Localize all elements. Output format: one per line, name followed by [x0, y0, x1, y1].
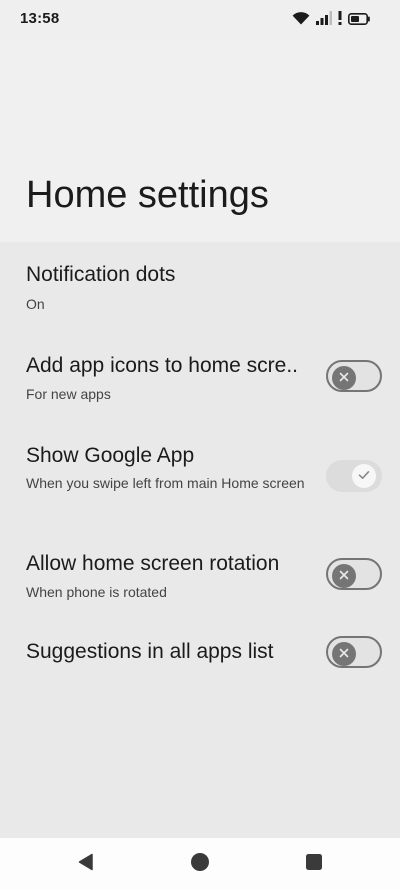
check-icon: [358, 467, 370, 485]
recents-button[interactable]: [300, 850, 328, 878]
setting-row-suggestions[interactable]: Suggestions in all apps list: [0, 626, 400, 688]
add-app-icons-toggle[interactable]: [326, 360, 382, 392]
back-button[interactable]: [72, 850, 100, 878]
page-title: Home settings: [26, 174, 269, 216]
setting-row-add-app-icons[interactable]: Add app icons to home scre.. For new app…: [0, 340, 400, 418]
setting-subtitle: When phone is rotated: [26, 584, 167, 600]
toggle-knob: [332, 642, 356, 666]
allow-rotation-toggle[interactable]: [326, 558, 382, 590]
setting-row-show-google-app[interactable]: Show Google App When you swipe left from…: [0, 432, 400, 522]
setting-subtitle: For new apps: [26, 386, 111, 402]
show-google-app-toggle[interactable]: [326, 460, 382, 492]
toggle-knob: [332, 366, 356, 390]
setting-title: Show Google App: [26, 444, 195, 467]
settings-list: Notification dots On Add app icons to ho…: [0, 242, 400, 838]
recents-icon: [305, 853, 323, 876]
status-time: 13:58: [20, 10, 60, 27]
suggestions-toggle[interactable]: [326, 636, 382, 668]
status-bar: 13:58: [0, 0, 400, 40]
close-icon: [339, 567, 349, 585]
setting-subtitle: On: [26, 296, 45, 312]
setting-title: Suggestions in all apps list: [26, 640, 274, 663]
alert-icon: [338, 11, 342, 30]
setting-title: Allow home screen rotation: [26, 552, 280, 575]
setting-row-allow-rotation[interactable]: Allow home screen rotation When phone is…: [0, 538, 400, 616]
nav-bar: [0, 838, 400, 890]
back-icon: [77, 853, 95, 876]
wifi-icon: [292, 11, 310, 30]
setting-title: Add app icons to home scre..: [26, 354, 298, 377]
home-button[interactable]: [186, 850, 214, 878]
close-icon: [339, 369, 349, 387]
battery-icon: [348, 12, 370, 30]
setting-title: Notification dots: [26, 263, 176, 286]
close-icon: [339, 645, 349, 663]
setting-row-notification-dots[interactable]: Notification dots On: [0, 242, 400, 330]
status-icons: [292, 11, 370, 30]
setting-subtitle: When you swipe left from main Home scree…: [26, 475, 305, 491]
toggle-knob: [332, 564, 356, 588]
cell-signal-icon: [316, 11, 332, 30]
home-icon: [190, 852, 210, 877]
toggle-knob: [352, 464, 376, 488]
